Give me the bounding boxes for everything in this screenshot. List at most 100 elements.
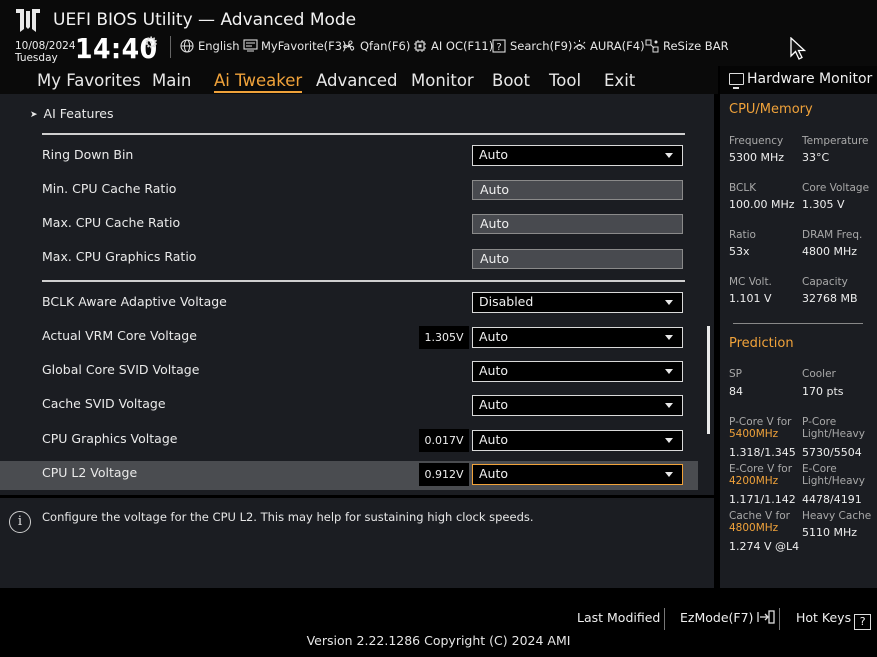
tab-ai-tweaker[interactable]: Ai Tweaker xyxy=(214,71,303,93)
prediction-section-title: Prediction xyxy=(729,336,794,351)
setting-label-cpu-graphics-voltage: CPU Graphics Voltage xyxy=(42,431,178,446)
footer-divider xyxy=(779,608,780,630)
dropdown-value: Auto xyxy=(479,432,509,447)
ecore-v-label: E-Core V for 4200MHz xyxy=(729,463,792,487)
app-title: UEFI BIOS Utility — Advanced Mode xyxy=(53,10,357,30)
pcore-v-label-text: P-Core V for xyxy=(729,416,792,428)
help-text: Configure the voltage for the CPU L2. Th… xyxy=(42,510,534,524)
hardware-monitor-header: Hardware Monitor xyxy=(720,66,877,94)
dropdown-value: Auto xyxy=(479,329,509,344)
cache-v-label: Cache V for 4800MHz xyxy=(729,510,790,534)
setting-label-ring-down-bin: Ring Down Bin xyxy=(42,147,134,162)
actual-vrm-core-voltage-dropdown[interactable]: Auto xyxy=(472,327,683,348)
resize-bar-icon xyxy=(645,39,659,53)
cpu-memory-section-title: CPU/Memory xyxy=(729,102,813,117)
mouse-cursor-icon xyxy=(790,37,806,60)
title-bar: UEFI BIOS Utility — Advanced Mode 10/08/… xyxy=(0,0,877,66)
my-favorite-button[interactable]: MyFavorite(F3) xyxy=(243,39,347,53)
tab-exit[interactable]: Exit xyxy=(604,71,635,90)
ratio-label: Ratio xyxy=(729,229,756,241)
capacity-label: Capacity xyxy=(802,276,848,288)
header-divider xyxy=(170,36,171,58)
cache-svid-voltage-dropdown[interactable]: Auto xyxy=(472,395,683,416)
temperature-value: 33°C xyxy=(802,151,830,164)
core-voltage-label: Core Voltage xyxy=(802,182,870,194)
ring-down-bin-dropdown[interactable]: Auto xyxy=(472,145,683,166)
ecore-v-value: 1.171/1.142 xyxy=(729,493,796,506)
ai-features-submenu[interactable]: ➤ AI Features xyxy=(30,106,114,121)
tab-monitor[interactable]: Monitor xyxy=(411,71,474,90)
footer-bar: Last Modified EzMode(F7) Hot Keys? Versi… xyxy=(0,588,877,657)
cache-v-freq: 4800MHz xyxy=(729,522,779,534)
hw-monitor-divider xyxy=(733,323,863,324)
date-text: 10/08/2024 xyxy=(15,40,76,52)
dram-freq-value: 4800 MHz xyxy=(802,245,858,258)
exit-to-ezmode-icon xyxy=(757,610,776,624)
hot-keys-label: Hot Keys xyxy=(796,610,852,625)
pcore-v-label: P-Core V for 5400MHz xyxy=(729,416,792,440)
frequency-value: 5300 MHz xyxy=(729,151,785,164)
date-display: 10/08/2024 Tuesday xyxy=(15,40,76,64)
setting-label-actual-vrm-core-voltage: Actual VRM Core Voltage xyxy=(42,328,197,343)
setting-label-max-cpu-cache-ratio: Max. CPU Cache Ratio xyxy=(42,215,181,230)
tuf-logo-icon xyxy=(16,9,40,32)
cpu-l2-voltage-dropdown[interactable]: Auto xyxy=(472,464,683,485)
submenu-arrow-icon: ➤ xyxy=(30,110,38,120)
tab-boot[interactable]: Boot xyxy=(492,71,530,90)
tab-tool[interactable]: Tool xyxy=(549,71,581,90)
tab-my-favorites[interactable]: My Favorites xyxy=(37,71,141,90)
info-icon: i xyxy=(9,511,31,533)
cooler-label: Cooler xyxy=(802,368,836,380)
cpu-graphics-voltage-dropdown[interactable]: Auto xyxy=(472,430,683,451)
version-text: Version 2.22.1286 Copyright (C) 2024 AMI xyxy=(306,633,571,648)
help-panel: i Configure the voltage for the CPU L2. … xyxy=(0,495,714,588)
ai-oc-label: AI OC(F11) xyxy=(431,39,494,53)
bclk-label: BCLK xyxy=(729,182,757,194)
setting-label-cpu-l2-voltage: CPU L2 Voltage xyxy=(42,465,138,480)
last-modified-button[interactable]: Last Modified xyxy=(577,610,660,625)
globe-icon xyxy=(180,39,194,53)
qfan-button[interactable]: Qfan(F6) xyxy=(342,39,410,53)
search-label: Search(F9) xyxy=(510,39,573,53)
ezmode-button[interactable]: EzMode(F7) xyxy=(680,610,776,625)
caret-down-icon xyxy=(665,153,673,158)
search-button[interactable]: ? Search(F9) xyxy=(492,39,572,53)
mc-volt-label: MC Volt. xyxy=(729,276,772,288)
resize-bar-button[interactable]: ReSize BAR xyxy=(645,39,729,53)
ecore-v-label-text: E-Core V for xyxy=(729,463,793,475)
aura-label: AURA(F4) xyxy=(590,39,645,53)
caret-down-icon xyxy=(665,300,673,305)
svg-text:?: ? xyxy=(496,42,501,53)
max-cpu-graphics-ratio-field[interactable]: Auto xyxy=(472,249,683,269)
setting-label-bclk-aware-adaptive-voltage: BCLK Aware Adaptive Voltage xyxy=(42,294,227,309)
cpu-graphics-voltage-reading: 0.017V xyxy=(419,429,469,452)
global-core-svid-voltage-dropdown[interactable]: Auto xyxy=(472,361,683,382)
main-tabs: My Favorites Main Ai Tweaker Advanced Mo… xyxy=(0,66,718,94)
settings-panel: ➤ AI Features Ring Down Bin Auto Min. CPU… xyxy=(0,94,714,495)
section-divider xyxy=(42,133,685,135)
scrollbar[interactable] xyxy=(707,326,710,434)
vrm-core-voltage-reading: 1.305V xyxy=(419,326,469,349)
search-icon: ? xyxy=(492,39,506,53)
hot-keys-button[interactable]: Hot Keys? xyxy=(796,610,872,630)
pcore-v-freq: 5400MHz xyxy=(729,428,779,440)
bclk-aware-adaptive-voltage-dropdown[interactable]: Disabled xyxy=(472,292,683,313)
ratio-value: 53x xyxy=(729,245,750,258)
footer-divider xyxy=(664,608,665,630)
cpu-l2-voltage-reading: 0.912V xyxy=(419,463,469,486)
day-text: Tuesday xyxy=(15,52,58,64)
aura-button[interactable]: AURA(F4) xyxy=(572,39,645,53)
ezmode-label: EzMode(F7) xyxy=(680,610,754,625)
max-cpu-cache-ratio-field[interactable]: Auto xyxy=(472,214,683,234)
min-cpu-cache-ratio-field[interactable]: Auto xyxy=(472,180,683,200)
ai-oc-button[interactable]: AI OC(F11) xyxy=(413,39,493,53)
my-favorite-icon xyxy=(243,39,258,53)
tab-main[interactable]: Main xyxy=(152,71,191,90)
resize-bar-label: ReSize BAR xyxy=(663,39,729,53)
tab-advanced[interactable]: Advanced xyxy=(316,71,398,90)
ai-features-label: AI Features xyxy=(43,106,114,121)
qfan-label: Qfan(F6) xyxy=(360,39,411,53)
ecore-light-heavy-value: 4478/4191 xyxy=(802,493,862,506)
clock-settings-gear-icon[interactable]: ⚙ xyxy=(144,33,158,52)
language-button[interactable]: English xyxy=(180,39,240,53)
